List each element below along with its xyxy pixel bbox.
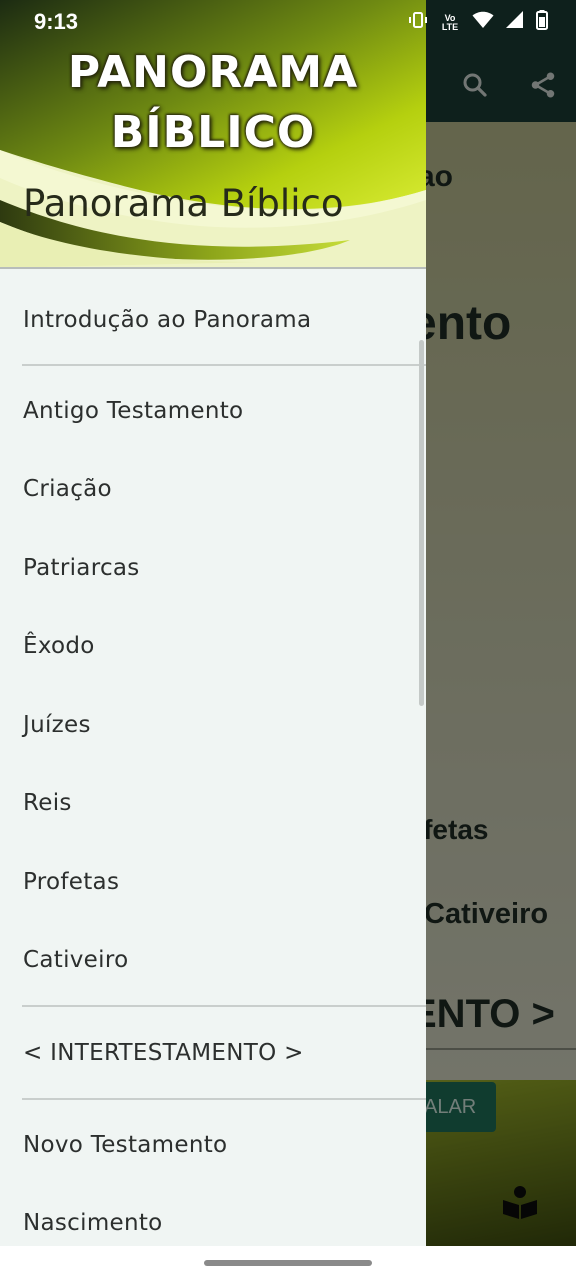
logo-line-1: PANORAMA (67, 47, 359, 98)
navigation-drawer: PANORAMA BÍBLICO Panorama Bíblico Introd… (0, 0, 426, 1246)
menu-item-nascimento[interactable]: Nascimento (0, 1184, 426, 1246)
header-divider (0, 267, 426, 269)
menu-item-reis[interactable]: Reis (0, 764, 426, 842)
menu-item-exodo[interactable]: Êxodo (0, 607, 426, 685)
menu-item-novo-testamento[interactable]: Novo Testamento (0, 1106, 426, 1184)
home-gesture-handle[interactable] (204, 1260, 372, 1266)
menu-divider (22, 1098, 426, 1100)
menu-item-antigo-testamento[interactable]: Antigo Testamento (0, 372, 426, 450)
drawer-scrollbar[interactable] (419, 340, 424, 706)
menu-item-juizes[interactable]: Juízes (0, 686, 426, 764)
menu-item-profetas[interactable]: Profetas (0, 843, 426, 921)
wifi-icon (472, 11, 494, 35)
menu-divider (22, 1005, 426, 1007)
menu-item-patriarcas[interactable]: Patriarcas (0, 529, 426, 607)
battery-icon (536, 10, 548, 36)
signal-icon (506, 11, 524, 35)
menu-item-criacao[interactable]: Criação (0, 450, 426, 528)
menu-item-intertestamento[interactable]: < INTERTESTAMENTO > (0, 1014, 426, 1092)
menu-divider (22, 364, 426, 366)
app-logo: PANORAMA BÍBLICO (0, 50, 426, 156)
menu-item-cativeiro[interactable]: Cativeiro (0, 921, 426, 999)
system-nav-bar (0, 1246, 576, 1280)
volte-icon: Vo LTE (441, 13, 459, 32)
drawer-header-title: Panorama Bíblico (23, 182, 344, 225)
status-icons: Vo LTE (408, 10, 548, 36)
vibrate-icon (408, 10, 428, 36)
logo-line-2: BÍBLICO (110, 107, 316, 158)
status-bar: 9:13 Vo LTE (0, 0, 576, 44)
menu-item-introducao[interactable]: Introdução ao Panorama (0, 281, 426, 359)
status-time: 9:13 (34, 9, 79, 34)
